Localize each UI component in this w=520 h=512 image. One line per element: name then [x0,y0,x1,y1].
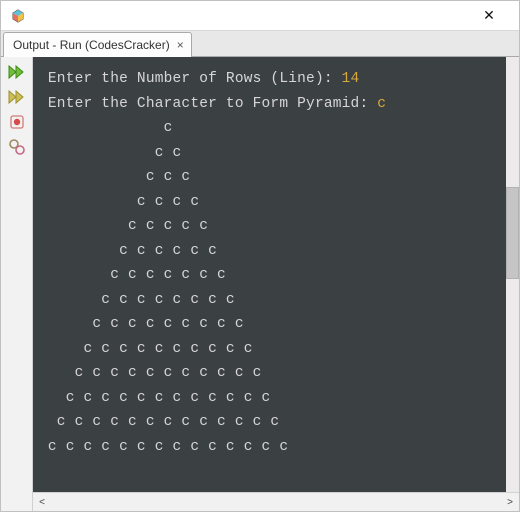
side-toolbar [1,57,33,511]
close-icon: ✕ [483,7,495,24]
vertical-scrollbar-track[interactable] [506,57,519,492]
output-window: ✕ Output - Run (CodesCracker) × [0,0,520,512]
vertical-scrollbar-thumb[interactable] [506,187,519,279]
titlebar: ✕ [1,1,519,31]
play-all-icon [8,65,26,80]
tab-bar: Output - Run (CodesCracker) × [1,31,519,57]
scroll-left-button[interactable]: < [33,493,51,511]
settings-icon [8,138,26,156]
settings-button[interactable] [4,136,30,158]
play-all-button[interactable] [4,61,30,83]
record-button[interactable] [4,111,30,133]
tab-close-button[interactable]: × [177,39,184,51]
scroll-right-button[interactable]: > [501,493,519,511]
horizontal-scrollbar-track[interactable] [51,493,501,511]
window-close-button[interactable]: ✕ [469,1,509,30]
app-icon [11,9,25,23]
play-icon [8,90,26,105]
console-area: Enter the Number of Rows (Line): 14 Ente… [33,57,519,511]
play-button[interactable] [4,86,30,108]
record-icon [9,114,25,130]
tab-label: Output - Run (CodesCracker) [13,38,170,52]
horizontal-scrollbar[interactable]: < > [33,492,519,511]
tab-output-run[interactable]: Output - Run (CodesCracker) × [3,32,192,57]
console-output: Enter the Number of Rows (Line): 14 Ente… [33,57,519,492]
console-text: Enter the Number of Rows (Line): 14 Ente… [39,67,513,459]
window-body: Enter the Number of Rows (Line): 14 Ente… [1,57,519,511]
